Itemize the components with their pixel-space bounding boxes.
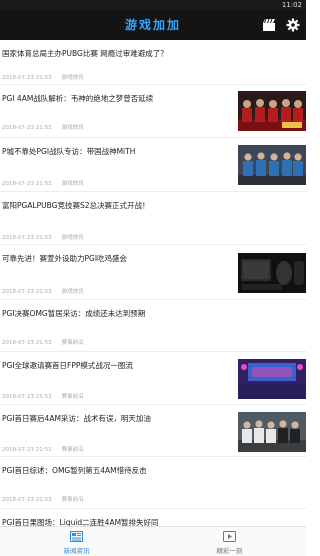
news-source: 赛事前沿 — [61, 497, 84, 503]
status-bar: 11:02 — [0, 0, 306, 10]
tab-video-label: 精彩一刻 — [216, 547, 243, 555]
status-time: 11:02 — [281, 1, 302, 9]
app-title: 游戏加加 — [124, 18, 181, 32]
news-item[interactable]: PGI全球邀请赛首日FPP模式战况一图流 2018-07-23 21:53 赛事前… — [0, 352, 306, 405]
news-source: 游戏快讯 — [61, 181, 84, 187]
news-date: 2018-07-23 21:53 — [2, 340, 52, 346]
news-thumbnail[interactable] — [238, 145, 306, 185]
news-meta: 2018-07-23 21:53 赛事前沿 — [2, 392, 94, 400]
news-title[interactable]: PGI首日果图场：Liquid二连胜4AM暂排失好同 — [2, 517, 302, 526]
news-title[interactable]: PGI首日赛后4AM采访：战术有误，明天加油 — [2, 413, 234, 424]
news-source: 赛事前沿 — [61, 394, 84, 400]
news-item[interactable]: 国家体育总局主办PUBG比赛 网瘾过审难避成了？ 2018-07-23 21:5… — [0, 40, 306, 85]
news-date: 2018-07-23 21:53 — [2, 75, 52, 81]
news-date: 2018-07-23 21:53 — [2, 497, 52, 503]
news-thumbnail[interactable] — [238, 359, 306, 399]
news-item[interactable]: 可靠先进！赛萱外设助力PGI吃鸡盛会 2018-07-23 21:53 游戏快讯 — [0, 245, 306, 300]
news-source: 赛事前沿 — [61, 447, 84, 453]
news-title[interactable]: P城不靠处PGI战队专访：带国战神MiTH — [2, 146, 234, 157]
news-date: 2018-07-23 21:53 — [2, 181, 52, 187]
news-item[interactable]: P城不靠处PGI战队专访：带国战神MiTH 2018-07-23 21:53 游戏… — [0, 138, 306, 192]
tab-video[interactable]: 精彩一刻 — [153, 527, 306, 556]
news-title[interactable]: PGI全球邀请赛首日FPP模式战况一图流 — [2, 360, 234, 371]
news-title[interactable]: 国家体育总局主办PUBG比赛 网瘾过审难避成了？ — [2, 48, 302, 59]
tab-news-label: 新闻资讯 — [63, 547, 90, 555]
bottom-tab-bar: 新闻资讯 精彩一刻 — [0, 526, 306, 556]
news-meta: 2018-07-23 21:53 游戏快讯 — [2, 179, 94, 187]
news-meta: 2018-07-23 21:53 赛事前沿 — [2, 445, 94, 453]
news-item[interactable]: PGI首日综述：OMG暂列第五4AM惜待反击 2018-07-23 21:53 赛… — [0, 457, 306, 509]
news-meta: 2018-07-23 21:53 游戏快讯 — [2, 287, 94, 295]
news-item[interactable]: PGI决赛OMG暂居采访：成绩还未达到预期 2018-07-23 21:53 赛事… — [0, 300, 306, 352]
news-title[interactable]: 可靠先进！赛萱外设助力PGI吃鸡盛会 — [2, 253, 234, 264]
news-date: 2018-07-23 21:53 — [2, 289, 52, 295]
tab-news[interactable]: 新闻资讯 — [0, 527, 153, 556]
news-source: 游戏快讯 — [61, 289, 84, 295]
news-title[interactable]: PGI 4AM战队解析：韦神的绝地之梦曾否延续 — [2, 93, 234, 104]
gear-icon[interactable] — [286, 18, 300, 32]
news-meta: 2018-07-23 21:53 游戏快讯 — [2, 73, 94, 81]
news-item[interactable]: 富阳PGALPUBG竞技赛S2总决赛正式开战！ 2018-07-23 21:53… — [0, 192, 306, 245]
news-title[interactable]: PGI决赛OMG暂居采访：成绩还未达到预期 — [2, 308, 302, 319]
news-thumbnail[interactable] — [238, 253, 306, 293]
news-date: 2018-07-23 21:53 — [2, 125, 52, 131]
news-feed[interactable]: 国家体育总局主办PUBG比赛 网瘾过审难避成了？ 2018-07-23 21:5… — [0, 40, 306, 526]
news-meta: 2018-07-23 21:53 游戏快讯 — [2, 233, 94, 241]
clapperboard-icon[interactable] — [262, 18, 276, 32]
app-header: 游戏加加 — [0, 10, 306, 40]
news-date: 2018-07-23 21:53 — [2, 394, 52, 400]
news-item[interactable]: PGI首日果图场：Liquid二连胜4AM暂排失好同 — [0, 509, 306, 526]
news-meta: 2018-07-23 21:53 游戏快讯 — [2, 123, 94, 131]
news-thumbnail[interactable] — [238, 412, 306, 452]
news-date: 2018-07-23 21:53 — [2, 235, 52, 241]
play-icon — [223, 531, 236, 542]
news-meta: 2018-07-23 21:53 赛事前沿 — [2, 495, 94, 503]
news-source: 赛事前沿 — [61, 340, 84, 346]
news-item[interactable]: PGI 4AM战队解析：韦神的绝地之梦曾否延续 2018-07-23 21:53… — [0, 85, 306, 138]
news-meta: 2018-07-23 21:53 赛事前沿 — [2, 338, 94, 346]
news-source: 游戏快讯 — [61, 125, 84, 131]
newspaper-icon — [70, 531, 83, 542]
news-title[interactable]: 富阳PGALPUBG竞技赛S2总决赛正式开战！ — [2, 200, 302, 211]
news-source: 游戏快讯 — [61, 75, 84, 81]
news-item[interactable]: PGI首日赛后4AM采访：战术有误，明天加油 2018-07-23 21:53 赛… — [0, 405, 306, 457]
news-date: 2018-07-23 21:53 — [2, 447, 52, 453]
news-source: 游戏快讯 — [61, 235, 84, 241]
news-title[interactable]: PGI首日综述：OMG暂列第五4AM惜待反击 — [2, 465, 302, 476]
news-thumbnail[interactable] — [238, 91, 306, 131]
